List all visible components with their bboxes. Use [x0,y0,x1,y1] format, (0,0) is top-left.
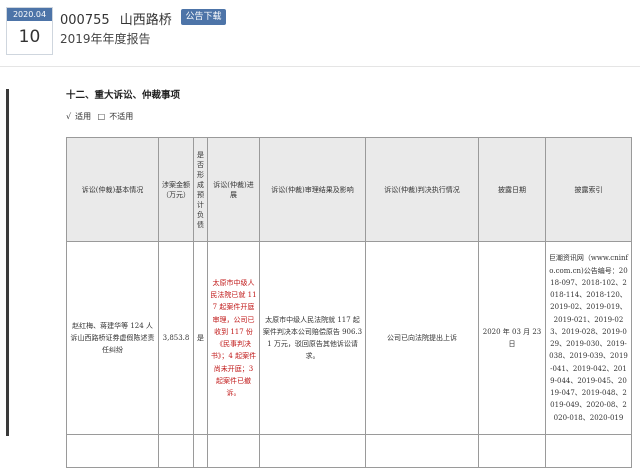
header-liability: 是否形成预计负债 [193,137,208,242]
cell-index: 巨潮资讯网（www.cninfo.com.cn)公告编号：2018-097、20… [545,241,632,435]
header-amount: 涉案金额（万元） [158,137,194,242]
table-cell [478,434,546,468]
table-header-row: 诉讼(仲裁)基本情况 涉案金额（万元） 是否形成预计负债 诉讼(仲裁)进展 诉讼… [66,137,632,242]
header-progress: 诉讼(仲裁)进展 [207,137,260,242]
not-applicable-label: 不适用 [109,112,134,121]
checked-box-icon: √ [66,112,72,121]
date-day: 10 [18,27,41,47]
applicable-label: 适用 [75,112,92,121]
section-title: 十二、重大诉讼、仲裁事项 [66,90,181,101]
announcement-header: 2020.04 10 000755 山西路桥 公告下载 2019年年度报告 [0,0,640,67]
applicable-options: √ 适用 □ 不适用 [66,111,137,122]
unchecked-box-icon: □ [97,112,106,121]
page-left-margin-bar [6,89,9,436]
litigation-table: 诉讼(仲裁)基本情况 涉案金额（万元） 是否形成预计负债 诉讼(仲裁)进展 诉讼… [66,137,632,468]
document-page: 十二、重大诉讼、仲裁事项 √ 适用 □ 不适用 诉讼(仲裁)基本情况 涉案金额（万元… [0,67,640,468]
cell-result: 太原市中级人民法院就 117 起案件判决本公司赔偿原告 906.31 万元，驳回… [259,241,366,435]
table-cell [66,434,159,468]
table-cell [158,434,194,468]
cell-progress: 太原市中级人民法院已就 117 起案件开庭审理，公司已收到 117 份《民事判决… [207,241,260,435]
date-badge: 2020.04 10 [6,7,53,55]
date-year-month: 2020.04 [7,8,52,21]
header-execution: 诉讼(仲裁)判决执行情况 [365,137,479,242]
table-cell [259,434,366,468]
header-date: 披露日期 [478,137,546,242]
cell-amount: 3,853.8 [158,241,194,435]
cell-date: 2020 年 03 月 23 日 [478,241,546,435]
cell-execution: 公司已向法院提出上诉 [365,241,479,435]
report-title: 2019年年度报告 [60,32,151,46]
table-cell [365,434,479,468]
stock-title: 000755 山西路桥 [60,9,178,28]
table-row [66,434,632,468]
stock-code: 000755 [60,13,110,28]
download-announcement-button[interactable]: 公告下载 [181,9,226,25]
table-row: 赵红梅、蒋建华等 124 人诉山西路桥证券虚假陈述责任纠纷 3,853.8 是 … [66,241,632,435]
header-basic: 诉讼(仲裁)基本情况 [66,137,159,242]
table-cell [545,434,632,468]
header-result: 诉讼(仲裁)审理结果及影响 [259,137,366,242]
header-index: 披露索引 [545,137,632,242]
cell-basic: 赵红梅、蒋建华等 124 人诉山西路桥证券虚假陈述责任纠纷 [66,241,159,435]
table-cell [207,434,260,468]
cell-liability: 是 [193,241,208,435]
company-name: 山西路桥 [119,13,172,28]
table-cell [193,434,208,468]
